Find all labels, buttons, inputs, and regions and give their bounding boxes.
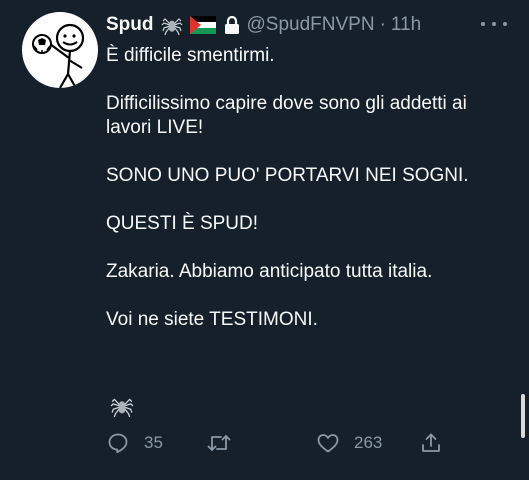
tweet-line: QUESTI È SPUD! [106,213,259,234]
tweet-line: Zakaria. Abbiamo anticipato tutta italia… [106,261,433,282]
retweet-icon [206,431,232,455]
author-handle[interactable]: @SpudFNVPN [247,14,375,36]
tweet-line: È difficile smentirmi. [106,45,275,66]
reply-count: 35 [144,433,163,452]
timestamp[interactable]: 11h [391,14,421,36]
heart-icon [316,431,340,455]
lock-icon [223,15,241,35]
scrollbar[interactable] [521,394,525,438]
retweet-button[interactable] [206,428,246,458]
tweet[interactable]: Spud @SpudFNVPN · 11h È difficile smenti… [0,0,529,480]
share-button[interactable] [419,428,443,458]
like-count: 263 [354,433,383,452]
author-name[interactable]: Spud [106,14,154,36]
tweet-header: Spud @SpudFNVPN · 11h [106,12,421,38]
spider-icon [110,394,134,423]
like-button[interactable]: 263 [316,428,382,458]
separator-dot: · [379,14,386,35]
avatar[interactable] [22,12,98,88]
tweet-line: SONO UNO PUO' PORTARVI NEI SOGNI. [106,165,469,186]
palestine-flag-icon [189,16,216,34]
tweet-actions: 35 263 [106,428,446,458]
reply-icon [106,431,130,455]
more-options-icon[interactable] [481,14,507,34]
stick-figure-avatar-icon [32,23,85,88]
share-icon [419,431,443,455]
tweet-text: È difficile smentirmi. Difficilissimo ca… [106,44,516,356]
spider-icon [161,14,183,36]
tweet-line: Voi ne siete TESTIMONI. [106,309,318,330]
tweet-line: Difficilissimo capire dove sono gli adde… [106,93,467,138]
reply-button[interactable]: 35 [106,428,163,458]
